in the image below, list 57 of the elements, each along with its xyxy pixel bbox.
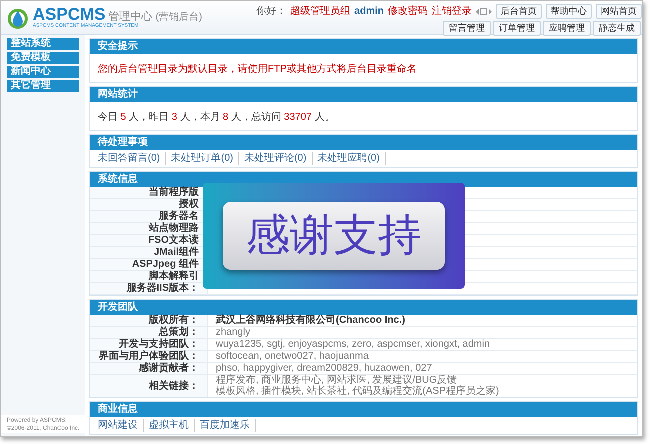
task-link[interactable]: 未处理订单(0) [166, 152, 240, 165]
section-header: 安全提示 [90, 39, 637, 54]
row-label: JMail组件 [154, 247, 199, 258]
task-link[interactable]: 网站建设 [98, 419, 144, 432]
sidebar-item[interactable]: 新闻中心 [7, 66, 79, 78]
section-header: 开发团队 [90, 300, 637, 315]
row-label: 总策划： [159, 327, 199, 338]
greeting-label: 你好： [256, 6, 287, 16]
visit-stats: 今日 5 人，昨日 3 人，本月 8 人，总访问 33707 人。 [98, 112, 335, 123]
task-link[interactable]: 百度加速乐 [195, 419, 256, 432]
row-label: 开发与支持团队： [119, 339, 199, 350]
row-label: ASPJpeg 组件 [132, 259, 199, 270]
row-value: phso, happygiver, dream200829, huzaowen, 027 [216, 363, 434, 374]
row-label: 感谢贡献者： [139, 363, 199, 374]
warning-text: 您的后台管理目录为默认目录，请使用FTP或其他方式将后台目录重命名 [98, 64, 417, 75]
user-role: 超级管理员组 [290, 6, 351, 16]
section-header: 商业信息 [90, 402, 637, 417]
logo-subtitle: 管理中心 [108, 12, 153, 22]
task-link[interactable]: 未处理评论(0) [239, 152, 313, 165]
header-button[interactable]: 网站首页 [596, 4, 642, 19]
account-link[interactable]: 修改密码 [388, 6, 428, 16]
nav-tab[interactable]: 留言管理 [443, 21, 491, 36]
header-button[interactable]: 帮助中心 [546, 4, 592, 19]
task-link[interactable]: 虚拟主机 [144, 419, 195, 432]
row-value: softocean, onetwo027, haojuanma [216, 351, 370, 362]
task-link[interactable]: 未回答留言(0) [98, 152, 166, 165]
username: admin [354, 6, 384, 16]
account-link[interactable]: 注销登录 [432, 6, 472, 16]
row-value: 武汉上谷网络科技有限公司(Chancoo Inc.) [216, 315, 406, 326]
logo-title: ASPCMS [33, 6, 106, 22]
banner-text: 感谢支持 [246, 214, 422, 258]
section-header: 网站统计 [90, 87, 637, 102]
header-button[interactable]: 后台首页 [496, 4, 542, 19]
sidebar-item[interactable]: 整站系统 [7, 38, 79, 50]
nav-tab[interactable]: 订单管理 [493, 21, 541, 36]
logo-tag: (营销后台) [156, 12, 202, 22]
sidebar-item[interactable]: 免费模板 [7, 52, 79, 64]
sidebar-item[interactable]: 其它管理 [7, 80, 79, 92]
row-label: 脚本解释引 [149, 271, 199, 282]
row-label: 界面与用户体验团队： [99, 351, 199, 362]
row-label: FSO文本读 [148, 235, 199, 246]
task-link[interactable]: 未处理应聘(0) [312, 152, 386, 165]
nav-arrows-icon[interactable] [476, 8, 492, 16]
row-value: 模板风格, 插件模块, 站长茶社, 代码及编程交流(ASP程序员之家) [216, 386, 500, 397]
nav-tab[interactable]: 应聘管理 [543, 21, 591, 36]
row-label: 当前程序版 [149, 187, 199, 198]
row-label: 服务器名 [159, 211, 199, 222]
nav-tab[interactable]: 静态生成 [593, 21, 641, 36]
row-value: 程序发布, 商业服务中心, 网站求医, 发展建议/BUG反馈 [216, 375, 458, 386]
row-value: wuya1235, sgtj, enjoyaspcms, zero, aspcmser, xiongxt, admin [216, 339, 492, 350]
row-label: 服务器IIS版本： [126, 283, 199, 294]
row-label: 授权 [179, 199, 199, 210]
row-label: 相关链接： [149, 380, 199, 392]
section-header: 待处理事项 [90, 135, 637, 150]
row-label: 版权所有： [149, 315, 199, 326]
row-value: zhangly [216, 327, 252, 338]
row-label: 站点物理路 [149, 223, 199, 234]
